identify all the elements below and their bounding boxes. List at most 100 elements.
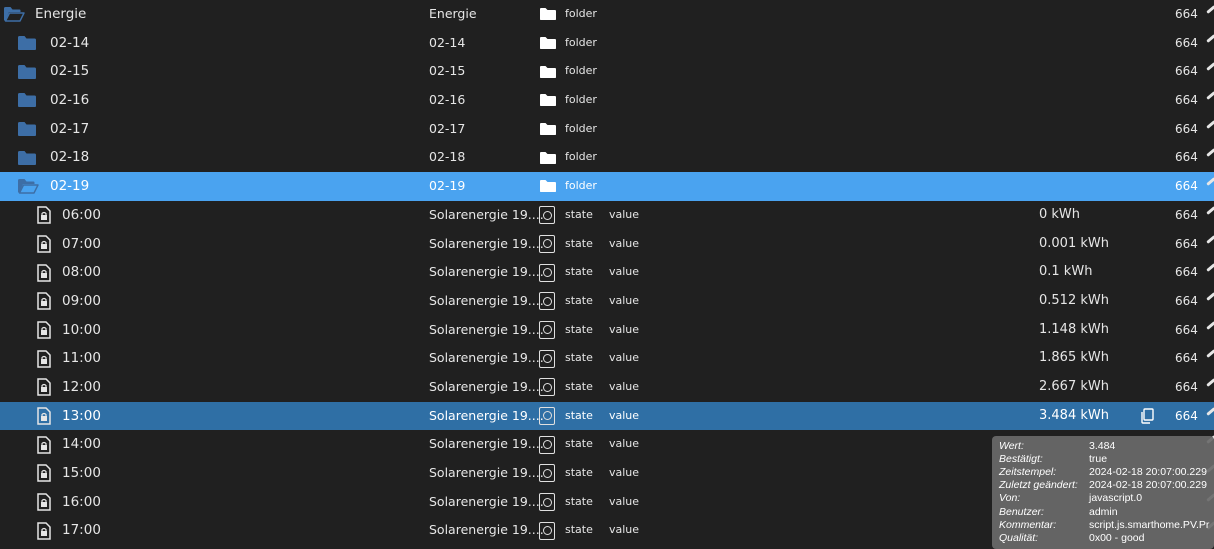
copy-icon[interactable] [1139, 402, 1155, 431]
edit-handle-icon[interactable] [1206, 349, 1214, 359]
object-role: value [609, 265, 640, 279]
object-acl: 664 [1175, 236, 1198, 251]
object-acl: 664 [1175, 265, 1198, 280]
object-role: value [609, 437, 640, 451]
type-state-icon [539, 258, 555, 287]
object-role: value [609, 494, 640, 508]
file-lock-icon [37, 201, 51, 230]
edit-handle-icon[interactable] [1206, 234, 1214, 244]
object-role: value [609, 523, 640, 537]
object-name: 14:00 [62, 436, 101, 453]
state-row[interactable]: 12:00 Solarenergie 19.... state value 2.667 … [0, 373, 1214, 402]
object-value[interactable]: 1.148 kWh [1039, 316, 1109, 345]
object-name: 12:00 [62, 378, 101, 395]
folder-row[interactable]: 02-14 02-14 folder 664 [0, 29, 1214, 58]
folder-row[interactable]: 02-17 02-17 folder 664 [0, 115, 1214, 144]
object-type: folder [565, 179, 597, 193]
object-type: folder [565, 150, 597, 164]
object-label: Solarenergie 19.... [429, 321, 544, 337]
object-name: 02-18 [50, 149, 90, 166]
object-name: 08:00 [62, 264, 101, 281]
edit-handle-icon[interactable] [1206, 177, 1214, 186]
folder-row[interactable]: 02-19 02-19 folder 664 [0, 172, 1214, 201]
tooltip-value: script.js.smarthome.PV.Pr [1089, 518, 1210, 531]
object-acl: 664 [1175, 408, 1198, 423]
object-role: value [609, 236, 640, 250]
object-acl: 664 [1175, 121, 1198, 136]
type-state-icon [539, 373, 555, 402]
edit-handle-icon[interactable] [1206, 5, 1214, 14]
folder-row[interactable]: 02-15 02-15 folder 664 [0, 57, 1214, 86]
object-value[interactable]: 0 kWh [1039, 201, 1080, 230]
object-label: Solarenergie 19.... [429, 378, 544, 394]
edit-handle-icon[interactable] [1206, 292, 1214, 301]
object-role: value [609, 207, 640, 221]
edit-handle-icon[interactable] [1206, 263, 1214, 273]
object-role: value [609, 322, 640, 336]
object-value[interactable]: 0.512 kWh [1039, 287, 1109, 316]
type-folder-icon [539, 29, 557, 58]
folder-row[interactable]: 02-16 02-16 folder 664 [0, 86, 1214, 115]
object-name: 02-15 [50, 63, 90, 80]
file-lock-icon [37, 287, 51, 316]
state-row[interactable]: 09:00 Solarenergie 19.... state value 0.512 … [0, 287, 1214, 316]
state-row[interactable]: 06:00 Solarenergie 19.... state value 0 kWh 6… [0, 201, 1214, 230]
object-name: 02-14 [50, 34, 90, 51]
edit-handle-icon[interactable] [1206, 148, 1214, 158]
edit-handle-icon[interactable] [1206, 406, 1214, 416]
object-name: 11:00 [62, 350, 101, 367]
edit-handle-icon[interactable] [1206, 91, 1214, 100]
object-label: 02-14 [429, 34, 466, 50]
object-acl: 664 [1175, 93, 1198, 108]
edit-handle-icon[interactable] [1206, 33, 1214, 43]
tooltip-label: Benutzer: [999, 505, 1044, 518]
type-state-icon [539, 316, 555, 345]
folder-row[interactable]: 02-18 02-18 folder 664 [0, 143, 1214, 172]
file-lock-icon [37, 430, 51, 459]
state-row[interactable]: 11:00 Solarenergie 19.... state value 1.865 … [0, 344, 1214, 373]
object-value[interactable]: 2.667 kWh [1039, 373, 1109, 402]
edit-handle-icon[interactable] [1206, 62, 1214, 72]
object-type: state [565, 494, 593, 508]
object-acl: 664 [1175, 207, 1198, 222]
tooltip-value: true [1089, 453, 1108, 466]
type-state-icon [539, 488, 555, 517]
object-role: value [609, 466, 640, 479]
object-acl: 664 [1175, 351, 1198, 366]
state-row[interactable]: 08:00 Solarenergie 19.... state value 0.1 kW… [0, 258, 1214, 287]
edit-handle-icon[interactable] [1206, 205, 1214, 215]
object-value[interactable]: 0.001 kWh [1039, 230, 1109, 259]
object-label: Solarenergie 19.... [429, 465, 544, 480]
tooltip-value: admin [1089, 505, 1118, 518]
object-label: 02-18 [429, 149, 466, 165]
object-value[interactable]: 3.484 kWh [1039, 402, 1109, 431]
object-value[interactable]: 1.865 kWh [1039, 344, 1109, 373]
object-type: folder [565, 7, 597, 20]
object-label: Solarenergie 19.... [429, 407, 544, 423]
edit-handle-icon[interactable] [1206, 320, 1214, 330]
edit-handle-icon[interactable] [1206, 378, 1214, 387]
object-value[interactable]: 0.1 kWh [1039, 258, 1092, 287]
type-state-icon [539, 201, 555, 230]
folder-icon [17, 29, 37, 58]
type-folder-icon [539, 86, 557, 115]
type-state-icon [539, 344, 555, 373]
object-name: 07:00 [62, 235, 101, 252]
type-state-icon [539, 287, 555, 316]
folder-row[interactable]: Energie Energie folder 664 [0, 0, 1214, 29]
object-label: Solarenergie 19.... [429, 235, 544, 251]
type-folder-icon [539, 0, 557, 29]
tooltip-label: Bestätigt: [999, 453, 1043, 466]
object-type: state [565, 236, 593, 250]
state-row[interactable]: 07:00 Solarenergie 19.... state value 0.001 … [0, 230, 1214, 259]
edit-handle-icon[interactable] [1206, 119, 1214, 129]
object-type: state [565, 265, 593, 279]
type-state-icon [539, 516, 555, 545]
state-row[interactable]: 10:00 Solarenergie 19.... state value 1.148 … [0, 316, 1214, 345]
state-row[interactable]: 13:00 Solarenergie 19.... state value 3.484 … [0, 401, 1214, 431]
object-name: 06:00 [62, 206, 101, 223]
object-type: folder [565, 121, 597, 135]
object-type: state [565, 322, 593, 336]
object-type: state [565, 207, 593, 221]
object-type: folder [565, 64, 597, 78]
